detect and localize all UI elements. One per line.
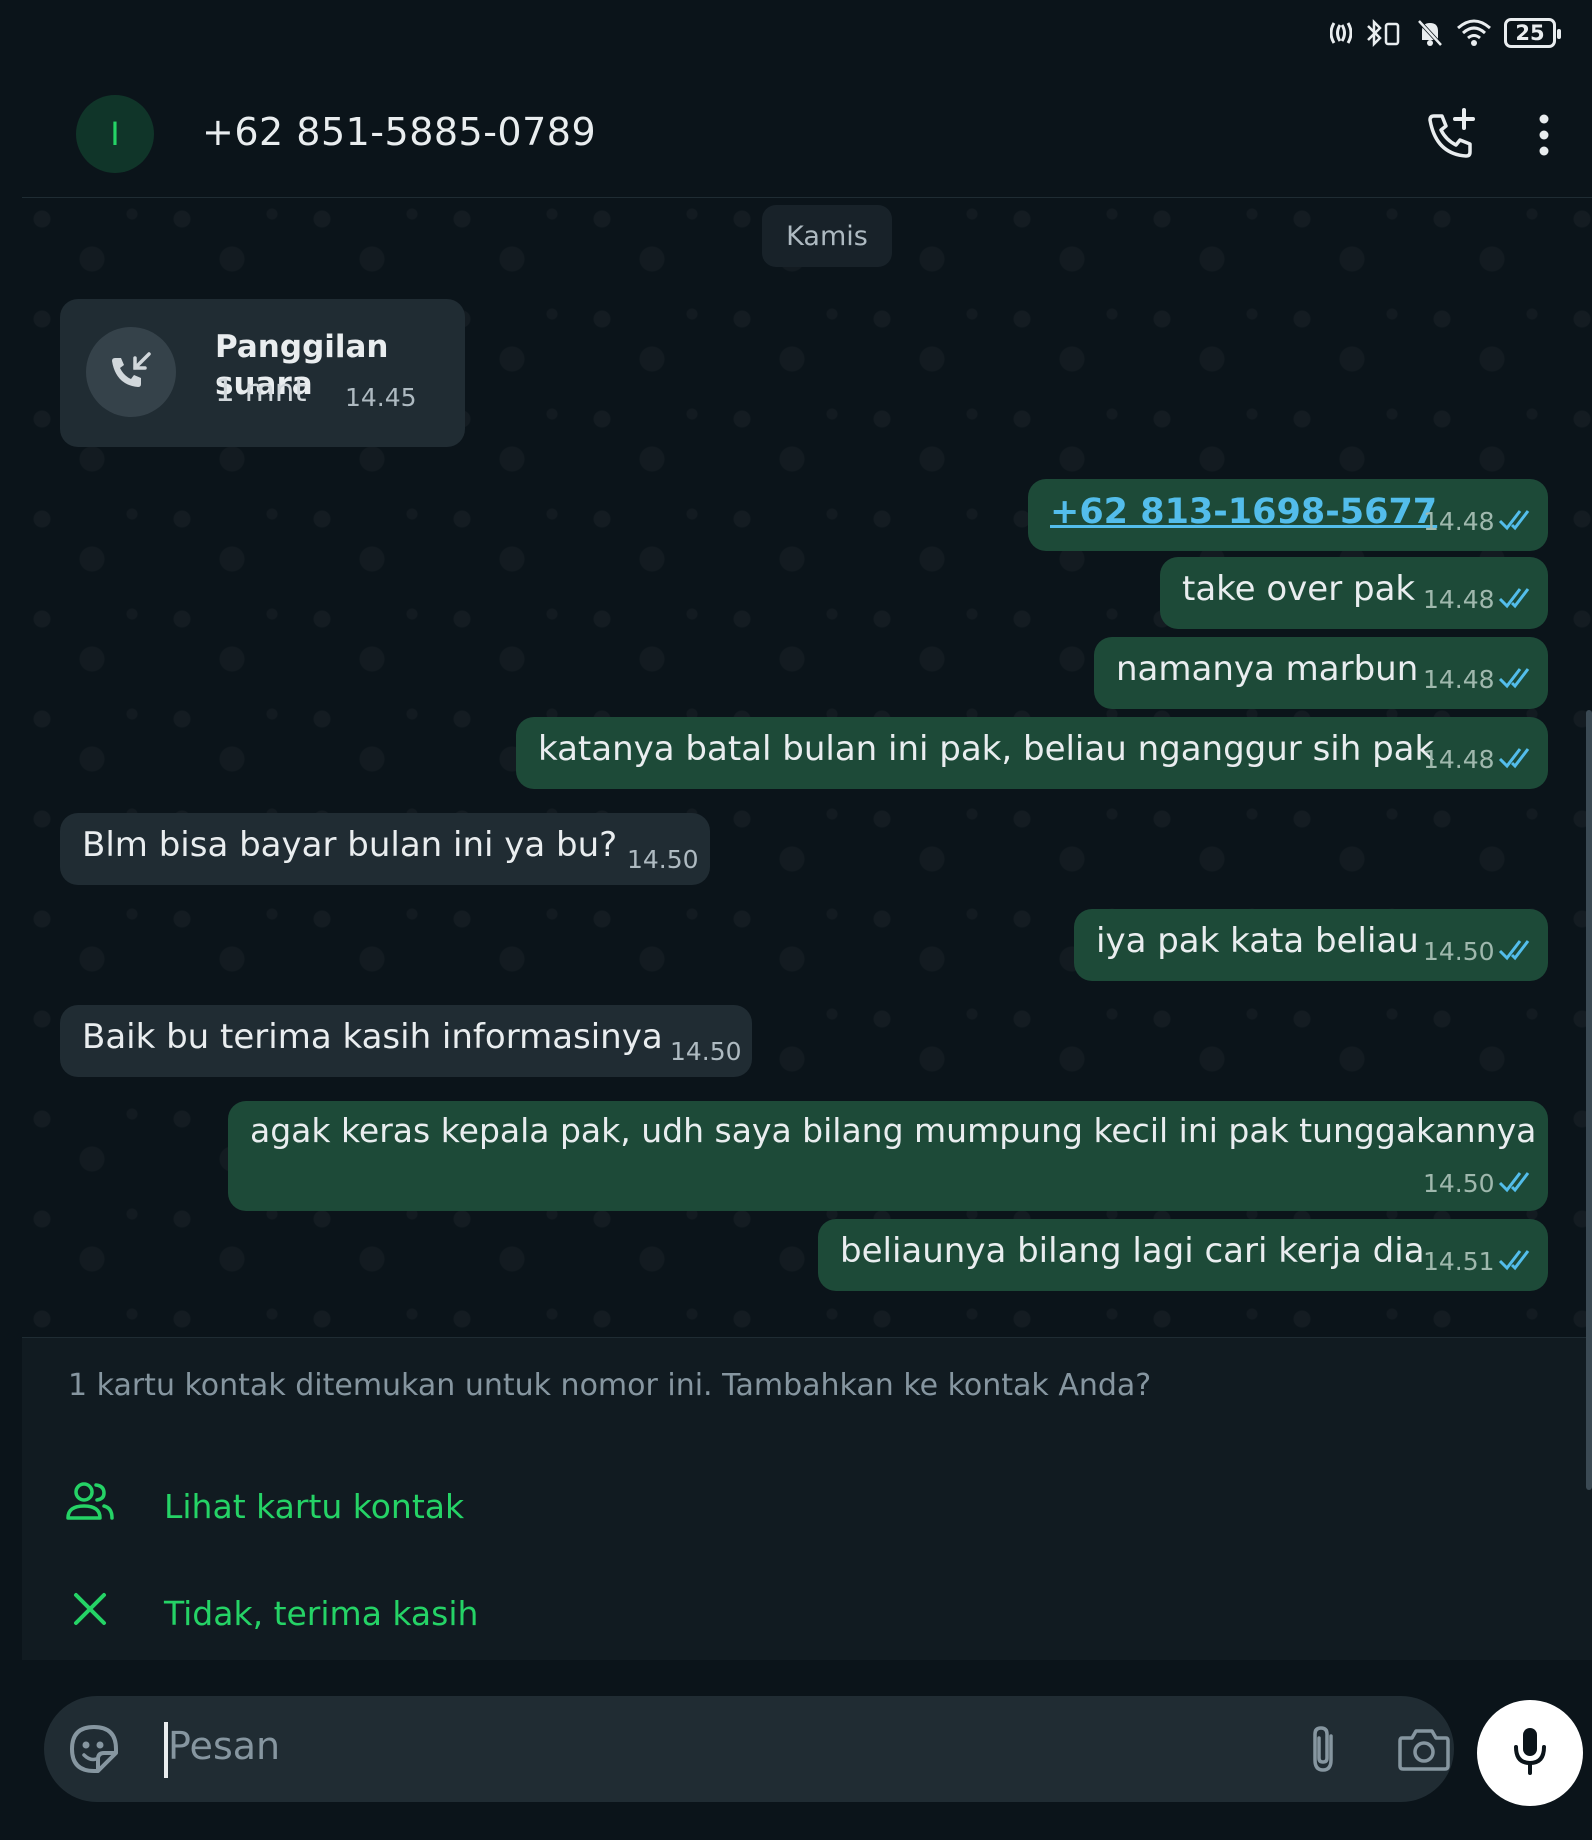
contact-title[interactable]: +62 851-5885-0789	[202, 110, 596, 154]
message-time: 14.50	[1423, 937, 1495, 966]
voice-call-bubble[interactable]: Panggilan suara 1 mnt 14.45	[60, 299, 465, 447]
nfc-icon	[1330, 19, 1352, 47]
contact-card-banner: 1 kartu kontak ditemukan untuk nomor ini…	[22, 1337, 1592, 1660]
read-ticks-icon	[1498, 748, 1530, 769]
sticker-emoji-icon[interactable]	[68, 1723, 120, 1775]
read-ticks-icon	[1498, 510, 1530, 531]
message-time: 14.48	[1423, 745, 1495, 774]
voice-message-button[interactable]	[1477, 1700, 1583, 1806]
message-bubble-outgoing[interactable]: take over pak 14.48	[1160, 557, 1548, 629]
message-text: agak keras kepala pak, udh saya bilang m…	[250, 1111, 1537, 1150]
message-text: katanya batal bulan ini pak, beliau ngan…	[538, 729, 1435, 769]
message-bubble-incoming[interactable]: Baik bu terima kasih informasinya 14.50	[60, 1005, 752, 1077]
notifications-off-icon	[1416, 18, 1444, 48]
message-time: 14.48	[1423, 507, 1495, 536]
message-bubble-outgoing[interactable]: agak keras kepala pak, udh saya bilang m…	[228, 1101, 1548, 1211]
message-text: iya pak kata beliau	[1096, 921, 1419, 961]
message-text: Baik bu terima kasih informasinya	[82, 1017, 663, 1057]
more-options-icon[interactable]	[1532, 112, 1556, 158]
view-contact-card-button[interactable]: Lihat kartu kontak	[62, 1471, 464, 1541]
battery-level: 25	[1515, 21, 1545, 45]
read-ticks-icon	[1498, 588, 1530, 609]
chat-header: I +62 851-5885-0789	[22, 70, 1592, 198]
date-chip: Kamis	[762, 205, 892, 267]
message-input-container[interactable]: Pesan	[44, 1696, 1454, 1802]
message-bubble-incoming[interactable]: Blm bisa bayar bulan ini ya bu? 14.50	[60, 813, 710, 885]
close-icon	[62, 1581, 118, 1645]
message-text: namanya marbun	[1116, 649, 1419, 689]
phone-link[interactable]: +62 813-1698-5677	[1050, 491, 1437, 533]
avatar[interactable]: I	[76, 95, 154, 173]
dismiss-contact-label: Tidak, terima kasih	[164, 1593, 479, 1633]
wifi-icon	[1456, 18, 1492, 48]
message-bubble-outgoing[interactable]: beliaunya bilang lagi cari kerja dia 14.…	[818, 1219, 1548, 1291]
contact-banner-message: 1 kartu kontak ditemukan untuk nomor ini…	[68, 1368, 1152, 1403]
call-duration: 1 mnt	[215, 373, 307, 409]
message-input[interactable]: Pesan	[168, 1724, 280, 1768]
scrollbar[interactable]	[1586, 710, 1592, 1490]
chat-area[interactable]: Kamis Panggilan suara 1 mnt 14.45 +62 81…	[22, 199, 1592, 1337]
read-ticks-icon	[1498, 668, 1530, 689]
camera-icon[interactable]	[1396, 1724, 1452, 1774]
dismiss-contact-button[interactable]: Tidak, terima kasih	[62, 1578, 478, 1648]
message-bubble-outgoing[interactable]: katanya batal bulan ini pak, beliau ngan…	[516, 717, 1548, 789]
avatar-letter: I	[110, 115, 120, 153]
message-time: 14.48	[1423, 585, 1495, 614]
incoming-call-icon	[86, 327, 176, 417]
add-call-icon[interactable]	[1422, 106, 1480, 164]
message-time: 14.50	[670, 1037, 742, 1066]
view-contact-card-label: Lihat kartu kontak	[164, 1486, 465, 1526]
message-bubble-outgoing[interactable]: +62 813-1698-5677 14.48	[1028, 479, 1548, 551]
read-ticks-icon	[1498, 940, 1530, 961]
contacts-icon	[62, 1474, 118, 1538]
left-edge	[0, 70, 22, 1840]
battery-icon: 25	[1504, 18, 1561, 48]
message-bubble-outgoing[interactable]: namanya marbun 14.48	[1094, 637, 1548, 709]
message-time: 14.48	[1423, 665, 1495, 694]
message-time: 14.50	[1423, 1169, 1495, 1198]
message-time: 14.50	[627, 845, 699, 874]
status-icons: 25	[1330, 18, 1561, 48]
microphone-icon	[1508, 1725, 1552, 1781]
read-ticks-icon	[1498, 1172, 1530, 1193]
attach-icon[interactable]	[1299, 1722, 1349, 1776]
status-bar: 25	[0, 0, 1592, 70]
message-bubble-outgoing[interactable]: iya pak kata beliau 14.50	[1074, 909, 1548, 981]
message-text: take over pak	[1182, 569, 1416, 609]
message-time: 14.51	[1423, 1247, 1495, 1276]
message-text: Blm bisa bayar bulan ini ya bu?	[82, 825, 618, 865]
read-ticks-icon	[1498, 1250, 1530, 1271]
message-time: 14.45	[345, 383, 417, 412]
compose-bar: Pesan	[22, 1660, 1592, 1840]
bluetooth-vibrate-icon	[1364, 18, 1404, 48]
message-text: beliaunya bilang lagi cari kerja dia	[840, 1231, 1425, 1271]
